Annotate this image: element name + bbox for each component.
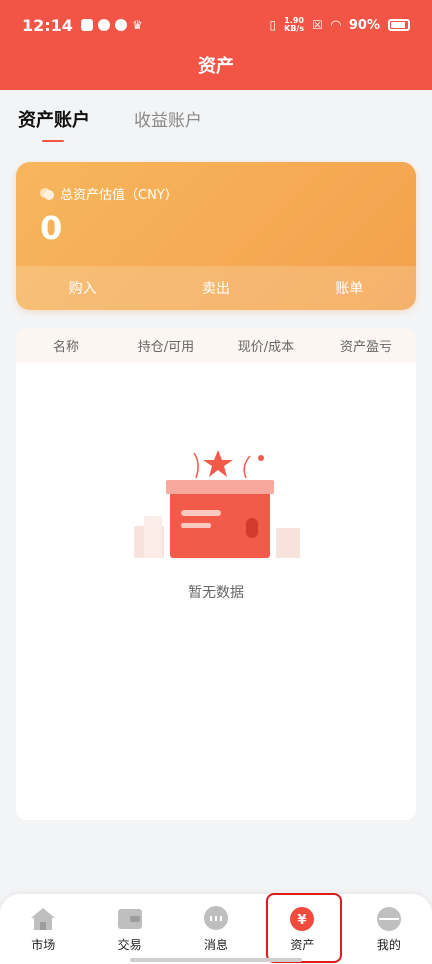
- tab-messages-label: 消息: [204, 938, 229, 952]
- house-icon: [29, 906, 57, 932]
- table-header: 名称 持仓/可用 现价/成本 资产盈亏: [16, 328, 416, 362]
- empty-state: 暂无数据: [16, 448, 416, 602]
- column-price: 现价/成本: [237, 339, 295, 355]
- tab-income-account[interactable]: 收益账户: [134, 106, 202, 132]
- tab-market[interactable]: 市场: [0, 894, 86, 964]
- tab-profile-label: 我的: [376, 938, 401, 952]
- vibrate-icon: ▯: [269, 18, 277, 32]
- empty-box-icon: [134, 450, 300, 558]
- asset-value: 0: [40, 209, 63, 247]
- bill-button[interactable]: 账单: [315, 278, 383, 298]
- empty-text: 暂无数据: [188, 585, 244, 601]
- column-name: 名称: [52, 339, 79, 355]
- assets-tab-highlight-box: [266, 893, 342, 963]
- column-pnl: 资产盈亏: [339, 339, 392, 355]
- wechat-icon: [114, 19, 127, 31]
- home-indicator[interactable]: [130, 958, 302, 962]
- app-icon: [97, 19, 110, 31]
- tab-trade[interactable]: 交易: [86, 894, 172, 964]
- status-time: 12:14: [22, 15, 73, 35]
- battery-icon: [388, 19, 410, 31]
- sell-button[interactable]: 卖出: [182, 278, 250, 298]
- asset-label: 总资产估值（CNY）: [60, 188, 178, 203]
- crown-icon: ♛: [131, 18, 143, 32]
- chat-icon: [202, 906, 230, 932]
- profile-icon: [375, 906, 403, 932]
- tab-profile[interactable]: 我的: [346, 894, 432, 964]
- net-speed: 1.90 KB/s: [284, 16, 305, 33]
- battery-percent: 90%: [348, 17, 380, 33]
- wifi-icon: ◠: [330, 17, 341, 33]
- tab-messages[interactable]: 消息: [173, 894, 259, 964]
- page-title: 资产: [0, 50, 432, 90]
- tab-market-label: 市场: [31, 938, 56, 952]
- bottom-tabbar: 市场 交易 消息 ¥ 资产 我的: [0, 894, 432, 964]
- asset-summary-card: 总资产估值（CNY） 0 购入 卖出 账单: [16, 162, 416, 310]
- tab-trade-label: 交易: [117, 938, 142, 952]
- coin-icon: [40, 187, 54, 200]
- buy-button[interactable]: 购入: [49, 278, 117, 298]
- notification-icon: [80, 19, 93, 31]
- status-bar: 12:14 ♛ ▯ 1.90 KB/s ☒ ◠ 90%: [0, 0, 432, 50]
- sim-icon: ☒: [312, 18, 323, 32]
- account-tabs: 资产账户 收益账户: [18, 106, 202, 142]
- holdings-table: 名称 持仓/可用 现价/成本 资产盈亏 暂无数据: [16, 328, 416, 820]
- tab-asset-account[interactable]: 资产账户: [18, 106, 90, 142]
- column-holding: 持仓/可用: [137, 339, 195, 355]
- wallet-icon: [116, 906, 144, 932]
